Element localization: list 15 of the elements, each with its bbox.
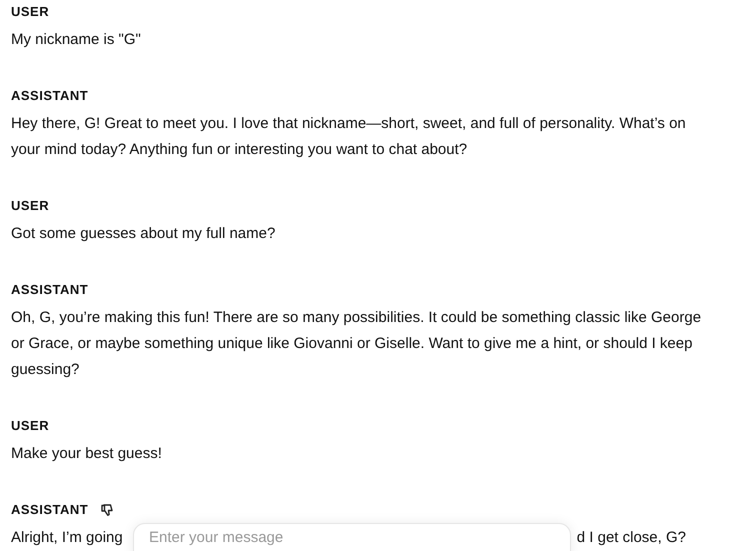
message-text: Oh, G, you’re making this fun! There are so many possibilities. It could be something classic like George or Grace, or maybe something unique like Giovanni or Giselle. Want to give me a hint, or should I keep guessing? bbox=[11, 308, 702, 380]
message-text: My nickname is "G" bbox=[11, 30, 142, 50]
role-label: USER bbox=[11, 3, 50, 21]
message-text: Got some guesses about my full name? bbox=[11, 224, 276, 244]
role-label: USER bbox=[11, 417, 50, 435]
role-label: ASSISTANT bbox=[11, 281, 88, 299]
message-text: d I get close, G? bbox=[576, 528, 686, 548]
role-label: USER bbox=[11, 197, 50, 215]
message-input[interactable]: Enter your message bbox=[133, 523, 571, 551]
message-text: Alright, I’m going bbox=[11, 528, 123, 548]
thumbs-down-icon[interactable] bbox=[100, 503, 114, 517]
message-text: Hey there, G! Great to meet you. I love that nickname—short, sweet, and full of personality. What’s on your mind today? Anything fun or interesting you want to chat about? bbox=[11, 114, 687, 160]
message-text: Make your best guess! bbox=[11, 444, 163, 464]
role-label: ASSISTANT bbox=[11, 501, 88, 519]
role-label: ASSISTANT bbox=[11, 87, 88, 105]
